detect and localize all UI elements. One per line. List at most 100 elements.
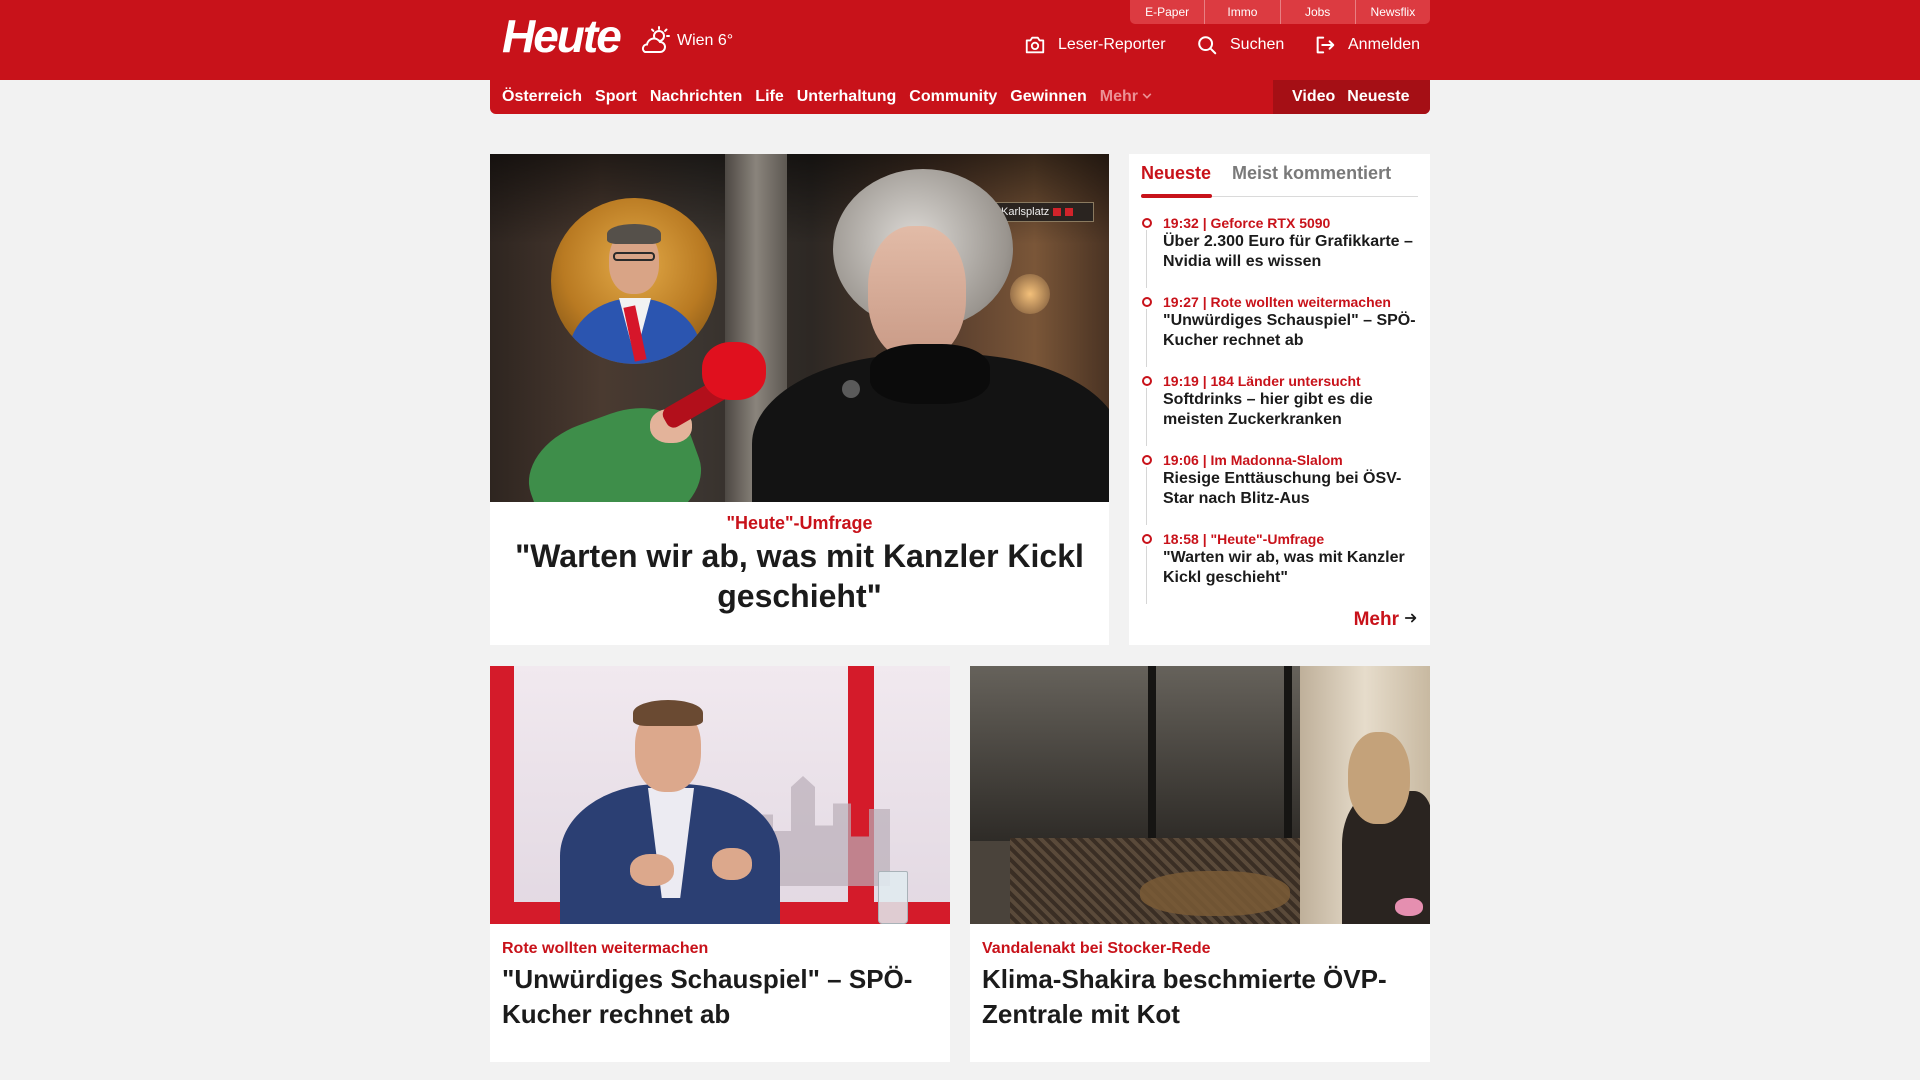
nav-categories: Österreich Sport Nachrichten Life Unterh…	[502, 80, 1152, 114]
item-title: Softdrinks – hier gibt es die meisten Zu…	[1163, 391, 1373, 428]
main-nav: Österreich Sport Nachrichten Life Unterh…	[490, 80, 1430, 114]
station-sign-text: Karlsplatz	[1001, 206, 1050, 218]
photo-glass-door	[970, 666, 1300, 841]
photo-stain	[1140, 871, 1290, 916]
leser-reporter-label: Leser-Reporter	[1058, 36, 1166, 53]
nav-more-dropdown[interactable]: Mehr	[1100, 88, 1152, 106]
list-item[interactable]: 19:27 | Rote wollten weitermachen "Unwür…	[1129, 293, 1430, 372]
sidebar-tabs: Neueste Meist kommentiert	[1141, 162, 1391, 184]
article-image[interactable]	[970, 666, 1430, 924]
latest-news-sidebar: Neueste Meist kommentiert 19:32 | Geforc…	[1129, 154, 1430, 645]
list-item[interactable]: 19:06 | Im Madonna-Slalom Riesige Enttäu…	[1129, 451, 1430, 530]
timeline-line	[1146, 546, 1147, 604]
list-item[interactable]: 19:32 | Geforce RTX 5090 Über 2.300 Euro…	[1129, 214, 1430, 293]
photo-hair	[633, 700, 703, 726]
top-link-jobs[interactable]: Jobs	[1279, 0, 1355, 24]
nav-item-nachrichten[interactable]: Nachrichten	[650, 88, 742, 106]
news-timeline: 19:32 | Geforce RTX 5090 Über 2.300 Euro…	[1129, 214, 1430, 609]
arrow-right-icon	[1404, 609, 1418, 631]
nav-item-neueste[interactable]: Neueste	[1347, 88, 1409, 106]
photo-person-hair	[1348, 732, 1410, 824]
sidebar-more-link[interactable]: Mehr	[1354, 609, 1418, 631]
photo-door-frame	[1148, 666, 1156, 866]
photo-hand	[712, 848, 752, 880]
top-link-epaper[interactable]: E-Paper	[1130, 0, 1205, 24]
hero-article[interactable]: Karlsplatz "Heute"-Umfrage "Warten wir a…	[490, 154, 1109, 645]
photo-hand	[630, 854, 674, 886]
card-headline[interactable]: "Unwürdiges Schauspiel" – SPÖ-Kucher rec…	[502, 962, 938, 1032]
nav-item-community[interactable]: Community	[909, 88, 997, 106]
tab-meist-kommentiert[interactable]: Meist kommentiert	[1232, 162, 1391, 184]
active-tab-indicator	[1141, 194, 1212, 198]
tab-neueste[interactable]: Neueste	[1141, 162, 1211, 184]
inset-hair	[607, 224, 661, 244]
card-headline[interactable]: Klima-Shakira beschmierte ÖVP-Zentrale m…	[982, 962, 1418, 1032]
nav-item-life[interactable]: Life	[755, 88, 783, 106]
top-link-newsflix[interactable]: Newsflix	[1354, 0, 1430, 24]
nav-item-unterhaltung[interactable]: Unterhaltung	[797, 88, 897, 106]
cloud-sun-icon	[639, 26, 671, 56]
hero-headline[interactable]: "Warten wir ab, was mit Kanzler Kickl ge…	[505, 536, 1094, 616]
timeline-bullet-icon	[1142, 534, 1152, 544]
timeline-line	[1146, 388, 1147, 446]
photo-door-frame	[1284, 666, 1292, 866]
studio-red-stripe	[490, 666, 514, 906]
photo-face	[868, 226, 966, 360]
station-sign-marker	[1053, 208, 1062, 216]
top-links: E-Paper Immo Jobs Newsflix	[1130, 0, 1430, 24]
item-meta: 19:19 | 184 Länder untersucht	[1163, 373, 1361, 389]
article-card[interactable]: Rote wollten weitermachen "Unwürdiges Sc…	[490, 666, 950, 1062]
sidebar-more-label: Mehr	[1353, 609, 1399, 630]
photo-water-glass	[878, 871, 908, 924]
photo-station-sign: Karlsplatz	[994, 202, 1094, 222]
timeline-bullet-icon	[1142, 297, 1152, 307]
timeline-line	[1146, 309, 1147, 367]
list-item[interactable]: 18:58 | "Heute"-Umfrage "Warten wir ab, …	[1129, 530, 1430, 609]
list-item[interactable]: 19:19 | 184 Länder untersucht Softdrinks…	[1129, 372, 1430, 451]
item-meta: 19:32 | Geforce RTX 5090	[1163, 215, 1331, 231]
weather-widget[interactable]: Wien 6°	[639, 26, 733, 56]
search-label: Suchen	[1230, 36, 1285, 53]
card-kicker: Rote wollten weitermachen	[502, 940, 709, 957]
photo-scarf	[870, 344, 990, 404]
hero-image[interactable]: Karlsplatz	[490, 154, 1109, 502]
item-meta: 18:58 | "Heute"-Umfrage	[1163, 531, 1325, 547]
nav-item-oesterreich[interactable]: Österreich	[502, 88, 582, 106]
login-label: Anmelden	[1348, 36, 1421, 53]
login-icon	[1314, 34, 1336, 56]
site-logo[interactable]: Heute	[502, 10, 622, 62]
timeline-bullet-icon	[1142, 455, 1152, 465]
nav-item-gewinnen[interactable]: Gewinnen	[1010, 88, 1086, 106]
article-image[interactable]	[490, 666, 950, 924]
item-title: Riesige Enttäuschung bei ÖSV-Star nach B…	[1163, 470, 1402, 507]
timeline-bullet-icon	[1142, 218, 1152, 228]
timeline-line	[1146, 230, 1147, 288]
nav-item-sport[interactable]: Sport	[595, 88, 637, 106]
item-meta: 19:27 | Rote wollten weitermachen	[1163, 294, 1391, 310]
hero-kicker: "Heute"-Umfrage	[726, 513, 873, 533]
article-card[interactable]: Vandalenakt bei Stocker-Rede Klima-Shaki…	[970, 666, 1430, 1062]
photo-coat-button	[842, 380, 860, 398]
item-title: "Unwürdiges Schauspiel" – SPÖ-Kucher rec…	[1163, 312, 1416, 349]
weather-text: Wien 6°	[677, 32, 734, 49]
timeline-line	[1146, 467, 1147, 525]
nav-item-video[interactable]: Video	[1292, 88, 1335, 106]
inset-glasses	[613, 252, 655, 261]
card-kicker: Vandalenakt bei Stocker-Rede	[982, 940, 1211, 957]
search-button[interactable]: Suchen	[1196, 34, 1284, 56]
station-sign-marker	[1065, 208, 1074, 216]
leser-reporter-button[interactable]: Leser-Reporter	[1024, 34, 1166, 56]
photo-light	[1010, 274, 1050, 314]
timeline-bullet-icon	[1142, 376, 1152, 386]
login-button[interactable]: Anmelden	[1314, 34, 1420, 56]
photo-glove	[1395, 898, 1423, 916]
item-title: Über 2.300 Euro für Grafikkarte – Nvidia…	[1163, 233, 1413, 270]
nav-highlights: Video Neueste	[1273, 80, 1430, 114]
top-link-immo[interactable]: Immo	[1204, 0, 1280, 24]
nav-more-label: Mehr	[1099, 88, 1138, 105]
camera-icon	[1024, 34, 1046, 56]
photo-inset-circle	[551, 198, 717, 364]
item-title: "Warten wir ab, was mit Kanzler Kickl ge…	[1163, 549, 1405, 586]
item-meta: 19:06 | Im Madonna-Slalom	[1163, 452, 1343, 468]
header-inner: Heute Wien 6° E-Paper Immo Jobs Newsflix…	[490, 0, 1430, 80]
